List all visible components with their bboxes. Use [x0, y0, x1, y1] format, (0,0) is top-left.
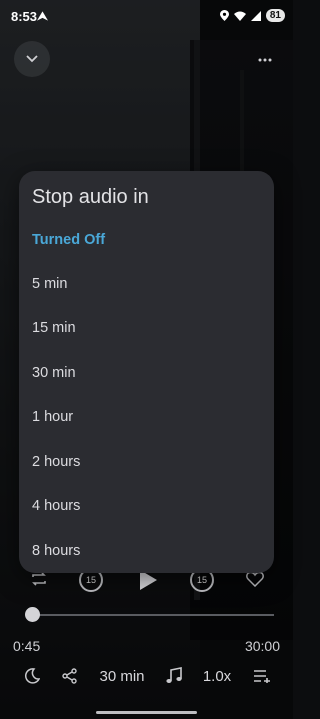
- option-2-hours[interactable]: 2 hours: [32, 450, 262, 474]
- seek-track[interactable]: [26, 614, 274, 616]
- more-vert-icon: [258, 58, 272, 62]
- option-5-min[interactable]: 5 min: [32, 272, 262, 296]
- status-bar: 8:53 81: [0, 0, 293, 34]
- more-options-button[interactable]: [253, 50, 277, 70]
- status-time: 8:53: [11, 9, 38, 24]
- location-icon: [219, 10, 229, 21]
- sleep-timer-dialog: Stop audio in Turned Off 5 min 15 min 30…: [19, 171, 274, 573]
- repeat-icon: [32, 572, 46, 586]
- total-time: 30:00: [244, 638, 280, 654]
- share-button[interactable]: [60, 662, 80, 690]
- dialog-title: Stop audio in: [32, 186, 149, 208]
- navigation-arrow-icon: [37, 11, 48, 21]
- queue-icon: [254, 670, 270, 683]
- wifi-icon: [233, 11, 246, 21]
- signal-icon: [250, 10, 261, 21]
- current-time: 0:45: [13, 638, 41, 654]
- heart-icon: [246, 571, 264, 587]
- option-15-min[interactable]: 15 min: [32, 316, 262, 340]
- sleep-timer-label[interactable]: 30 min: [97, 662, 147, 690]
- collapse-player-button[interactable]: [14, 41, 50, 77]
- bottom-toolbar: 30 min 1.0x: [0, 662, 293, 690]
- option-8-hours[interactable]: 8 hours: [32, 539, 262, 563]
- seek-thumb[interactable]: [24, 607, 40, 622]
- chevron-down-icon: [26, 55, 38, 63]
- option-turned-off[interactable]: Turned Off: [32, 228, 262, 252]
- option-30-min[interactable]: 30 min: [32, 361, 262, 385]
- battery-indicator: 81: [265, 9, 285, 22]
- home-indicator: [96, 711, 197, 714]
- option-4-hours[interactable]: 4 hours: [32, 494, 262, 518]
- share-icon: [62, 668, 77, 684]
- option-1-hour[interactable]: 1 hour: [32, 405, 262, 429]
- playback-speed-button[interactable]: 1.0x: [200, 662, 234, 690]
- queue-button[interactable]: [252, 662, 272, 690]
- audio-settings-button[interactable]: [164, 662, 184, 690]
- music-note-icon: [166, 667, 182, 683]
- sleep-timer-button[interactable]: [22, 662, 42, 690]
- moon-icon: [24, 668, 40, 684]
